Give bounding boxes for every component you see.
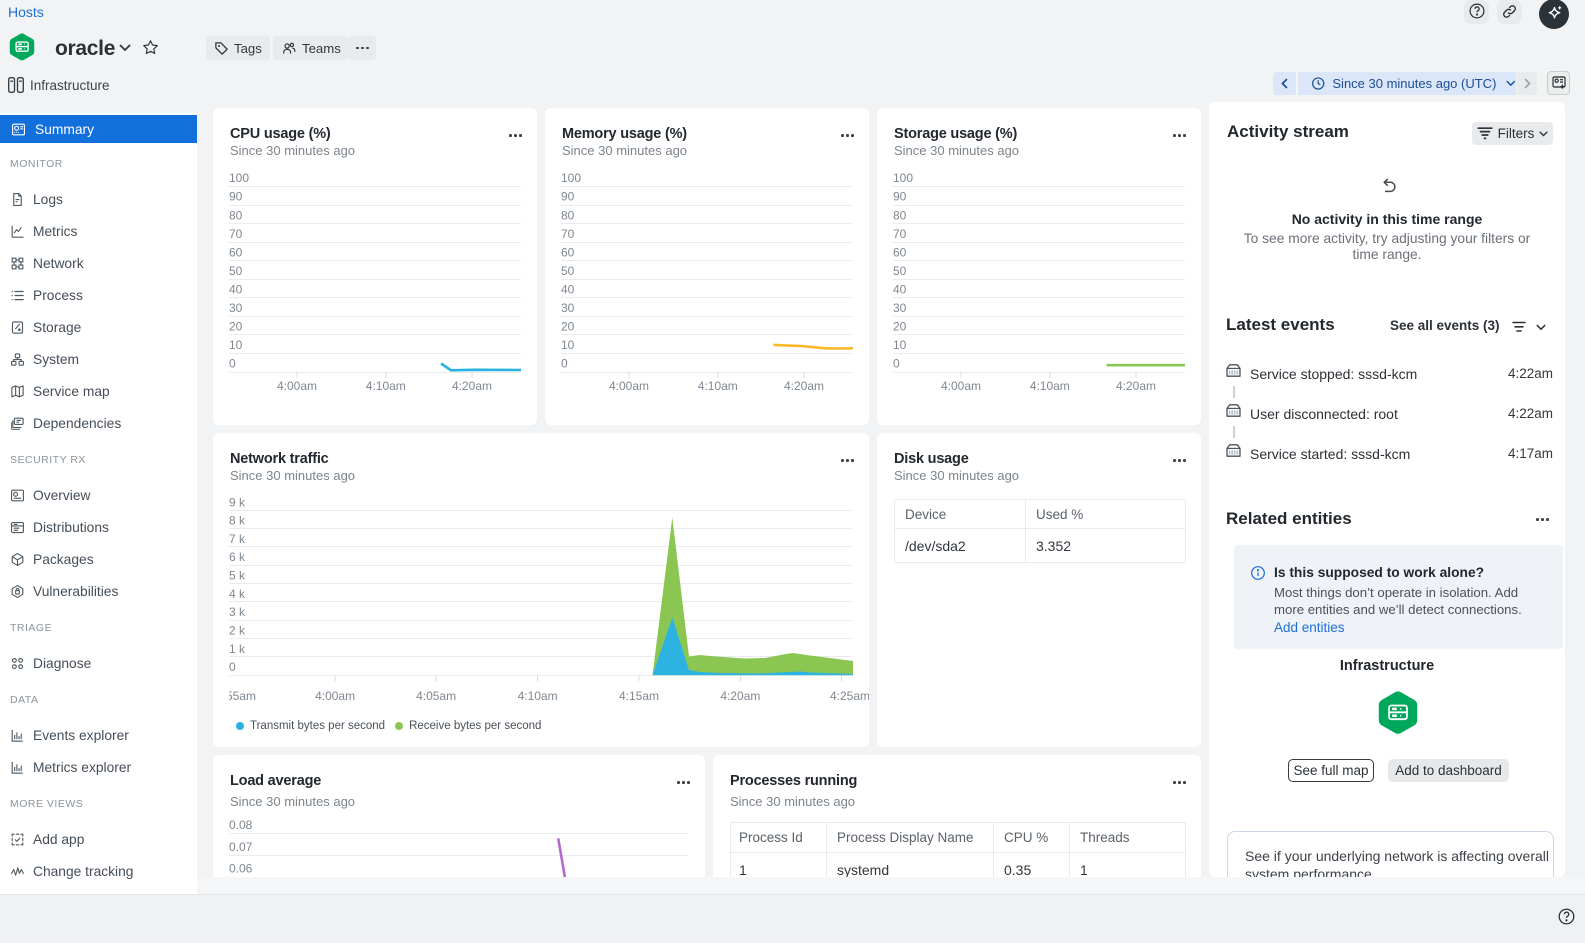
svg-text:4:00am: 4:00am bbox=[609, 379, 649, 393]
svg-text:70: 70 bbox=[893, 227, 907, 241]
svg-text:4:20am: 4:20am bbox=[720, 689, 760, 703]
svg-text:80: 80 bbox=[893, 208, 907, 222]
svg-text:4:05am: 4:05am bbox=[416, 689, 456, 703]
svg-text:0.08: 0.08 bbox=[229, 818, 253, 832]
svg-text:4:10am: 4:10am bbox=[1030, 379, 1070, 393]
svg-text:40: 40 bbox=[561, 282, 575, 296]
svg-text:10: 10 bbox=[893, 338, 907, 352]
svg-text:90: 90 bbox=[561, 190, 575, 204]
svg-text:4:00am: 4:00am bbox=[941, 379, 981, 393]
svg-text:4 k: 4 k bbox=[229, 587, 246, 601]
svg-text:0.07: 0.07 bbox=[229, 840, 253, 854]
svg-text:9 k: 9 k bbox=[229, 495, 246, 509]
svg-text:70: 70 bbox=[561, 227, 575, 241]
svg-text:6 k: 6 k bbox=[229, 550, 246, 564]
svg-text:4:00am: 4:00am bbox=[277, 379, 317, 393]
svg-text:2 k: 2 k bbox=[229, 624, 246, 638]
svg-text:4:25am: 4:25am bbox=[830, 689, 869, 703]
svg-text:90: 90 bbox=[229, 190, 243, 204]
svg-text:30: 30 bbox=[229, 301, 243, 315]
svg-text:55am: 55am bbox=[229, 689, 256, 703]
svg-text:20: 20 bbox=[229, 320, 243, 334]
svg-text:10: 10 bbox=[561, 338, 575, 352]
svg-text:100: 100 bbox=[561, 171, 581, 185]
svg-text:100: 100 bbox=[229, 171, 249, 185]
svg-text:4:10am: 4:10am bbox=[366, 379, 406, 393]
svg-text:5 k: 5 k bbox=[229, 569, 246, 583]
svg-text:20: 20 bbox=[561, 320, 575, 334]
svg-text:0: 0 bbox=[561, 357, 568, 371]
svg-text:7 k: 7 k bbox=[229, 532, 246, 546]
svg-text:80: 80 bbox=[229, 208, 243, 222]
svg-text:1 k: 1 k bbox=[229, 642, 246, 656]
svg-text:40: 40 bbox=[229, 282, 243, 296]
svg-text:4:20am: 4:20am bbox=[784, 379, 824, 393]
svg-text:60: 60 bbox=[561, 245, 575, 259]
svg-text:10: 10 bbox=[229, 338, 243, 352]
svg-text:4:10am: 4:10am bbox=[698, 379, 738, 393]
svg-text:4:00am: 4:00am bbox=[315, 689, 355, 703]
svg-text:3 k: 3 k bbox=[229, 605, 246, 619]
svg-text:4:20am: 4:20am bbox=[452, 379, 492, 393]
svg-text:0: 0 bbox=[229, 660, 236, 674]
svg-text:8 k: 8 k bbox=[229, 514, 246, 528]
svg-text:100: 100 bbox=[893, 171, 913, 185]
svg-text:80: 80 bbox=[561, 208, 575, 222]
svg-text:40: 40 bbox=[893, 282, 907, 296]
svg-text:30: 30 bbox=[893, 301, 907, 315]
svg-text:4:20am: 4:20am bbox=[1116, 379, 1156, 393]
svg-text:60: 60 bbox=[229, 245, 243, 259]
svg-text:50: 50 bbox=[229, 264, 243, 278]
svg-text:0.06: 0.06 bbox=[229, 861, 253, 875]
svg-text:0: 0 bbox=[893, 357, 900, 371]
svg-text:50: 50 bbox=[893, 264, 907, 278]
svg-text:30: 30 bbox=[561, 301, 575, 315]
svg-text:4:10am: 4:10am bbox=[518, 689, 558, 703]
svg-text:90: 90 bbox=[893, 190, 907, 204]
svg-text:20: 20 bbox=[893, 320, 907, 334]
svg-text:60: 60 bbox=[893, 245, 907, 259]
svg-text:50: 50 bbox=[561, 264, 575, 278]
svg-text:0: 0 bbox=[229, 357, 236, 371]
svg-text:4:15am: 4:15am bbox=[619, 689, 659, 703]
svg-text:70: 70 bbox=[229, 227, 243, 241]
